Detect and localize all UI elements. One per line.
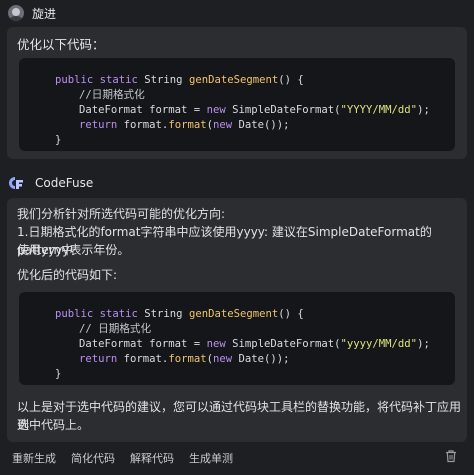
user-avatar bbox=[8, 5, 24, 21]
explain-code-button[interactable]: 解释代码 bbox=[130, 450, 174, 466]
bot-intro: 我们分析针对所选代码可能的优化方向: bbox=[17, 207, 226, 221]
code-line: } bbox=[55, 368, 62, 380]
code-line: // 日期格式化 bbox=[79, 323, 152, 335]
user-header: 旋进 bbox=[8, 2, 56, 24]
bot-code-block: public static String genDateSegment() { … bbox=[19, 292, 455, 385]
code-line: public static String genDateSegment() { bbox=[55, 74, 304, 86]
bot-message: 我们分析针对所选代码可能的优化方向: 1.日期格式化的format字符串中应该使… bbox=[7, 198, 467, 442]
code-line: DateFormat format = new SimpleDateFormat… bbox=[79, 338, 430, 350]
bot-after-label: 优化后的代码如下: bbox=[17, 268, 118, 282]
code-line: return format.format(new Date()); bbox=[79, 353, 290, 365]
user-name: 旋进 bbox=[32, 6, 57, 21]
simplify-code-button[interactable]: 简化代码 bbox=[71, 450, 115, 466]
user-prompt: 优化以下代码： bbox=[17, 37, 105, 52]
code-line: return format.format(new Date()); bbox=[79, 119, 290, 131]
user-code-block: public static String genDateSegment() { … bbox=[19, 58, 455, 151]
code-line: DateFormat format = new SimpleDateFormat… bbox=[79, 104, 430, 116]
generate-tests-button[interactable]: 生成单测 bbox=[189, 450, 233, 466]
trash-icon[interactable] bbox=[444, 449, 458, 463]
code-line: } bbox=[55, 134, 62, 146]
bot-point-1-cont: 使用yyyy表示年份。 bbox=[17, 243, 130, 257]
regenerate-button[interactable]: 重新生成 bbox=[12, 450, 56, 466]
code-line: public static String genDateSegment() { bbox=[55, 308, 304, 320]
user-message: 优化以下代码： public static String genDateSegm… bbox=[7, 27, 467, 159]
bot-header: CodeFuse bbox=[8, 173, 93, 193]
codefuse-logo-icon bbox=[9, 177, 23, 189]
bot-name: CodeFuse bbox=[35, 176, 94, 190]
bot-outro-cont: 选中代码上。 bbox=[17, 418, 90, 432]
action-bar: 重新生成 简化代码 解释代码 生成单测 bbox=[12, 450, 233, 466]
code-line: //日期格式化 bbox=[79, 89, 145, 101]
